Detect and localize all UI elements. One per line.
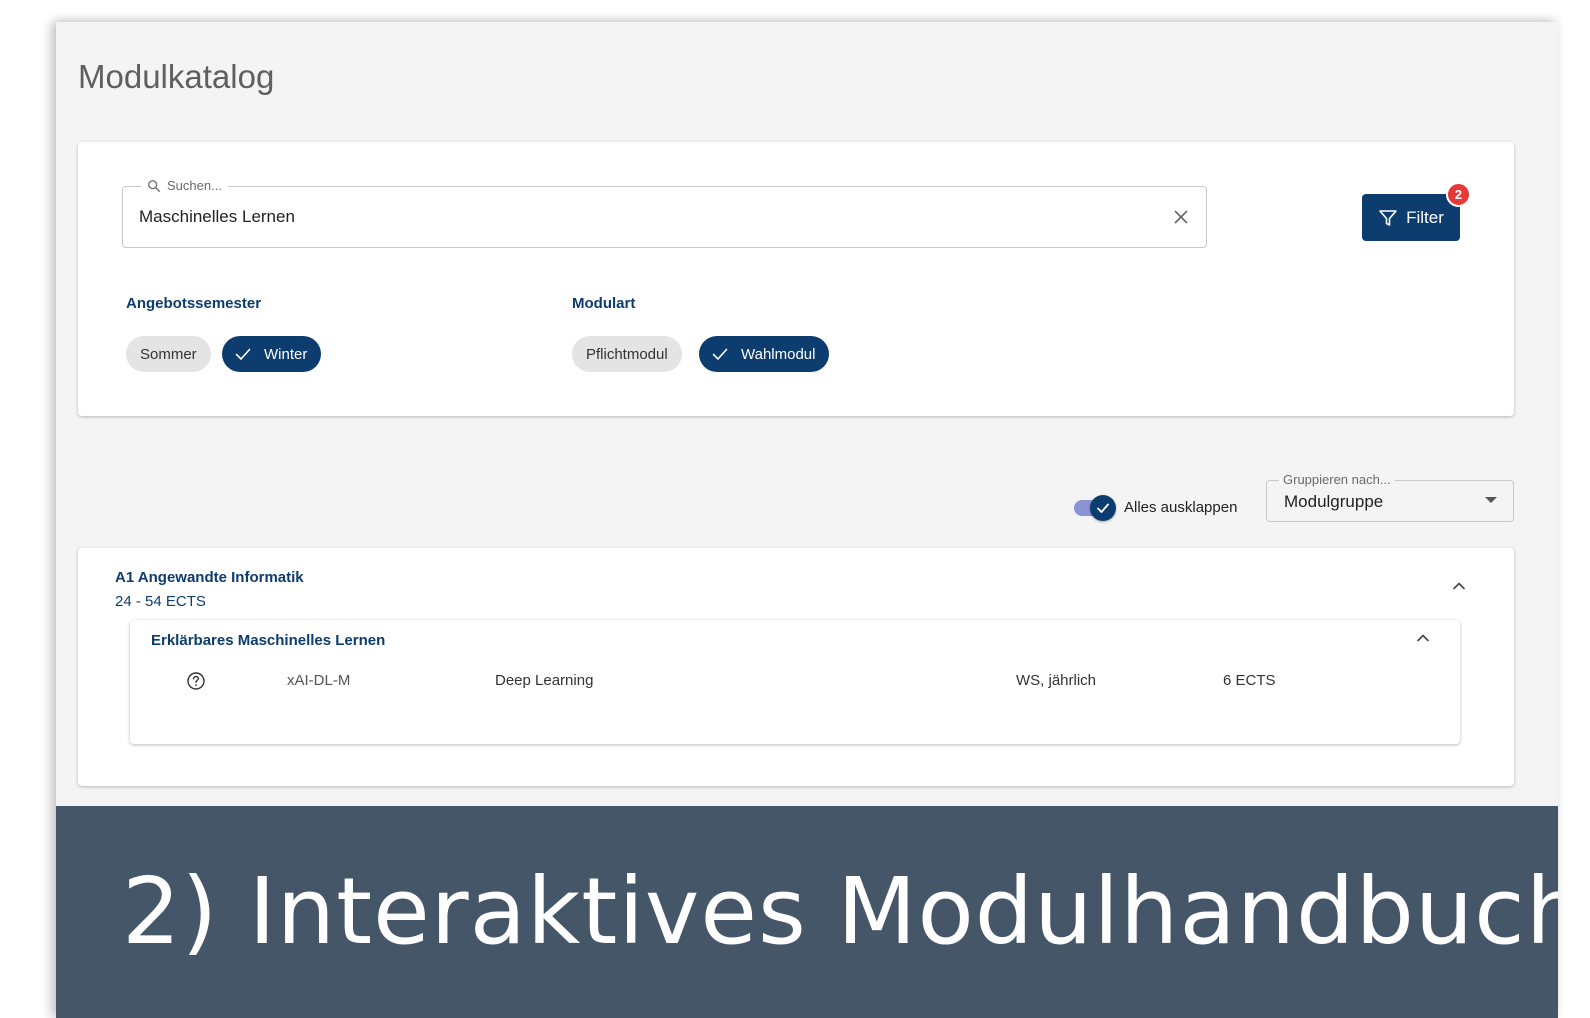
chip-winter[interactable]: Winter: [222, 336, 322, 372]
check-icon: [712, 348, 728, 360]
search-icon: [148, 179, 160, 192]
filter-button-label: Filter: [1406, 207, 1444, 227]
search-box[interactable]: Suchen...: [122, 178, 1207, 248]
caret-down-icon: [1485, 497, 1497, 503]
search-label-text: Suchen...: [167, 178, 222, 193]
caption-text: 2) Interaktives Modulhandbuch: [122, 858, 1558, 965]
toggle-thumb: [1090, 494, 1116, 521]
filter-icon: [1379, 209, 1397, 226]
filter-button[interactable]: Filter: [1362, 194, 1460, 241]
search-input[interactable]: [139, 207, 1119, 227]
group-by-label: Gruppieren nach...: [1279, 472, 1395, 487]
check-icon: [235, 348, 251, 360]
module-name: Deep Learning: [495, 672, 594, 689]
module-code: xAI-DL-M: [287, 672, 351, 689]
module-subgroup-title[interactable]: Erklärbares Maschinelles Lernen: [151, 632, 385, 649]
module-group-panel: A1 Angewandte Informatik 24 - 54 ECTS Er…: [78, 548, 1514, 786]
check-icon: [1097, 503, 1109, 513]
module-subgroup-panel: Erklärbares Maschinelles Lernen xAI-DL-M…: [130, 620, 1460, 744]
module-ects: 6 ECTS: [1223, 672, 1276, 689]
chip-label: Wahlmodul: [741, 345, 816, 363]
search-label: Suchen...: [141, 178, 228, 193]
filter-count-badge: 2: [1446, 182, 1471, 207]
help-circle-icon[interactable]: [186, 671, 206, 691]
module-group-title[interactable]: A1 Angewandte Informatik: [115, 569, 304, 586]
semester-filter-label: Angebotssemester: [126, 295, 262, 312]
caption-banner: 2) Interaktives Modulhandbuch: [56, 806, 1558, 1018]
group-by-select[interactable]: Gruppieren nach... Modulgruppe: [1266, 472, 1514, 522]
chip-label: Sommer: [140, 345, 197, 363]
module-row[interactable]: xAI-DL-M Deep Learning WS, jährlich 6 EC…: [130, 668, 1460, 694]
chip-label: Winter: [264, 345, 308, 363]
module-offered: WS, jährlich: [1016, 672, 1097, 689]
expand-all-toggle[interactable]: Alles ausklappen: [1074, 494, 1238, 521]
chip-wahlmodul[interactable]: Wahlmodul: [699, 336, 830, 372]
close-icon[interactable]: [1170, 206, 1192, 228]
chip-pflichtmodul[interactable]: Pflichtmodul: [572, 336, 682, 372]
chevron-up-icon[interactable]: [1415, 630, 1431, 646]
filter-card: Suchen... Filter 2 Angebotssemester Somm…: [78, 142, 1514, 416]
page-title: Modulkatalog: [78, 58, 275, 95]
module-type-filter-label: Modulart: [572, 295, 636, 312]
app-frame: Modulkatalog Suchen... Filter 2 Ang: [56, 22, 1558, 1018]
module-group-ects: 24 - 54 ECTS: [115, 593, 206, 610]
chip-label: Pflichtmodul: [586, 345, 668, 363]
group-by-value: Modulgruppe: [1284, 492, 1384, 511]
toggle-track: [1074, 494, 1116, 521]
expand-all-label: Alles ausklappen: [1124, 499, 1238, 516]
chevron-up-icon[interactable]: [1451, 578, 1467, 594]
chip-sommer[interactable]: Sommer: [126, 336, 211, 372]
